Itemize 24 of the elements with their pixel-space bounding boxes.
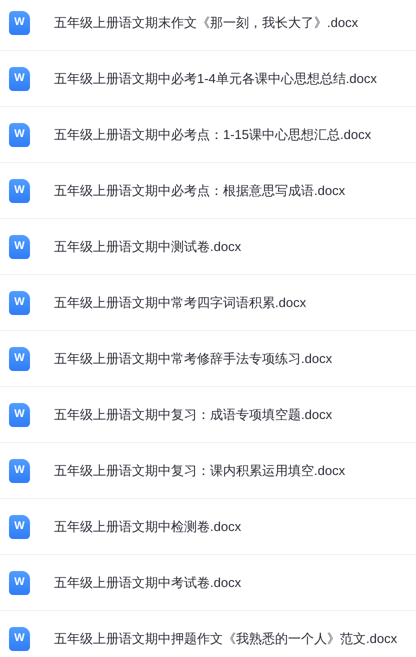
file-name[interactable]: 五年级上册语文期中复习：成语专项填空题.docx (54, 404, 332, 424)
word-file-icon: W (9, 10, 30, 34)
word-file-icon: W (9, 402, 30, 426)
file-name[interactable]: 五年级上册语文期中检测卷.docx (54, 516, 242, 536)
file-name[interactable]: 五年级上册语文期中常考四字词语积累.docx (54, 292, 306, 312)
word-file-icon: W (9, 290, 30, 314)
word-file-icon: W (9, 570, 30, 594)
file-name[interactable]: 五年级上册语文期中常考修辞手法专项练习.docx (54, 348, 332, 368)
word-file-icon: W (9, 346, 30, 370)
word-file-icon: W (9, 514, 30, 538)
word-file-icon: W (9, 626, 30, 650)
file-name[interactable]: 五年级上册语文期中复习：课内积累运用填空.docx (54, 460, 346, 480)
file-name[interactable]: 五年级上册语文期中必考点：1-15课中心思想汇总.docx (54, 124, 372, 144)
file-name[interactable]: 五年级上册语文期中必考点：根据意思写成语.docx (54, 180, 346, 200)
file-name[interactable]: 五年级上册语文期中押题作文《我熟悉的一个人》范文.docx (54, 628, 398, 648)
word-file-icon: W (9, 234, 30, 258)
file-name[interactable]: 五年级上册语文期中必考1-4单元各课中心思想总结.docx (54, 68, 377, 88)
file-name[interactable]: 五年级上册语文期中考试卷.docx (54, 572, 242, 592)
word-file-icon: W (9, 178, 30, 202)
word-file-icon: W (9, 458, 30, 482)
file-name[interactable]: 五年级上册语文期末作文《那一刻，我长大了》.docx (54, 12, 358, 32)
word-file-icon: W (9, 122, 30, 146)
word-file-icon: W (9, 66, 30, 90)
file-name[interactable]: 五年级上册语文期中测试卷.docx (54, 236, 242, 256)
